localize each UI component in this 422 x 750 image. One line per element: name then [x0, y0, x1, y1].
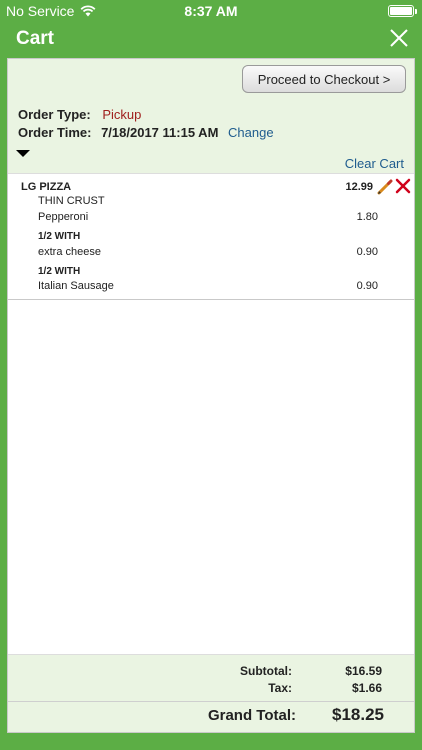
tax-value: $1.66 — [351, 681, 382, 695]
totals-section: Subtotal: $16.59 Tax: $1.66 Grand Total:… — [8, 654, 414, 732]
order-type-row: Order Type: Pickup — [18, 107, 141, 122]
close-icon[interactable] — [386, 25, 412, 51]
nav-bar: Cart — [0, 22, 422, 58]
subtotal-label: Subtotal: — [240, 664, 292, 678]
delete-x-icon[interactable] — [395, 178, 411, 194]
item-option: Italian Sausage — [38, 280, 114, 292]
order-time-label: Order Time: — [18, 125, 92, 140]
proceed-to-checkout-button[interactable]: Proceed to Checkout > — [242, 65, 406, 93]
tax-label: Tax: — [268, 681, 292, 695]
item-option-heading: 1/2 WITH — [38, 231, 81, 242]
subtotal-value: $16.59 — [345, 664, 382, 678]
cart-panel: Proceed to Checkout > Order Type: Pickup… — [7, 58, 415, 733]
item-option: extra cheese — [38, 246, 101, 258]
page-title: Cart — [16, 28, 55, 49]
grand-total-value: $18.25 — [332, 705, 384, 724]
battery-icon — [388, 5, 417, 17]
grand-total-label: Grand Total: — [207, 707, 296, 724]
status-bar: No Service 8:37 AM — [0, 0, 422, 22]
clear-cart-link[interactable]: Clear Cart — [345, 156, 404, 171]
cart-item: LG PIZZA 12.99 THIN CRUST Pepperoni 1.80… — [8, 174, 414, 300]
item-option: THIN CRUST — [38, 195, 105, 207]
change-time-link[interactable]: Change — [228, 125, 274, 140]
order-type-value: Pickup — [102, 107, 142, 122]
item-price: 12.99 — [345, 181, 373, 193]
order-time-value: 7/18/2017 11:15 AM — [101, 125, 219, 140]
order-type-label: Order Type: — [18, 107, 91, 122]
divider — [8, 701, 414, 702]
status-time: 8:37 AM — [184, 3, 238, 19]
item-option: Pepperoni — [38, 211, 89, 223]
order-time-row: Order Time: 7/18/2017 11:15 AM Change — [18, 125, 274, 140]
item-name: LG PIZZA — [21, 181, 72, 193]
item-option-price: 1.80 — [356, 211, 378, 223]
caret-down-icon[interactable] — [16, 150, 30, 157]
cart-header: Proceed to Checkout > Order Type: Pickup… — [8, 59, 414, 174]
pencil-icon[interactable] — [376, 178, 394, 196]
item-option-price: 0.90 — [356, 280, 378, 292]
item-option-heading: 1/2 WITH — [38, 266, 81, 277]
item-option-price: 0.90 — [356, 246, 378, 258]
